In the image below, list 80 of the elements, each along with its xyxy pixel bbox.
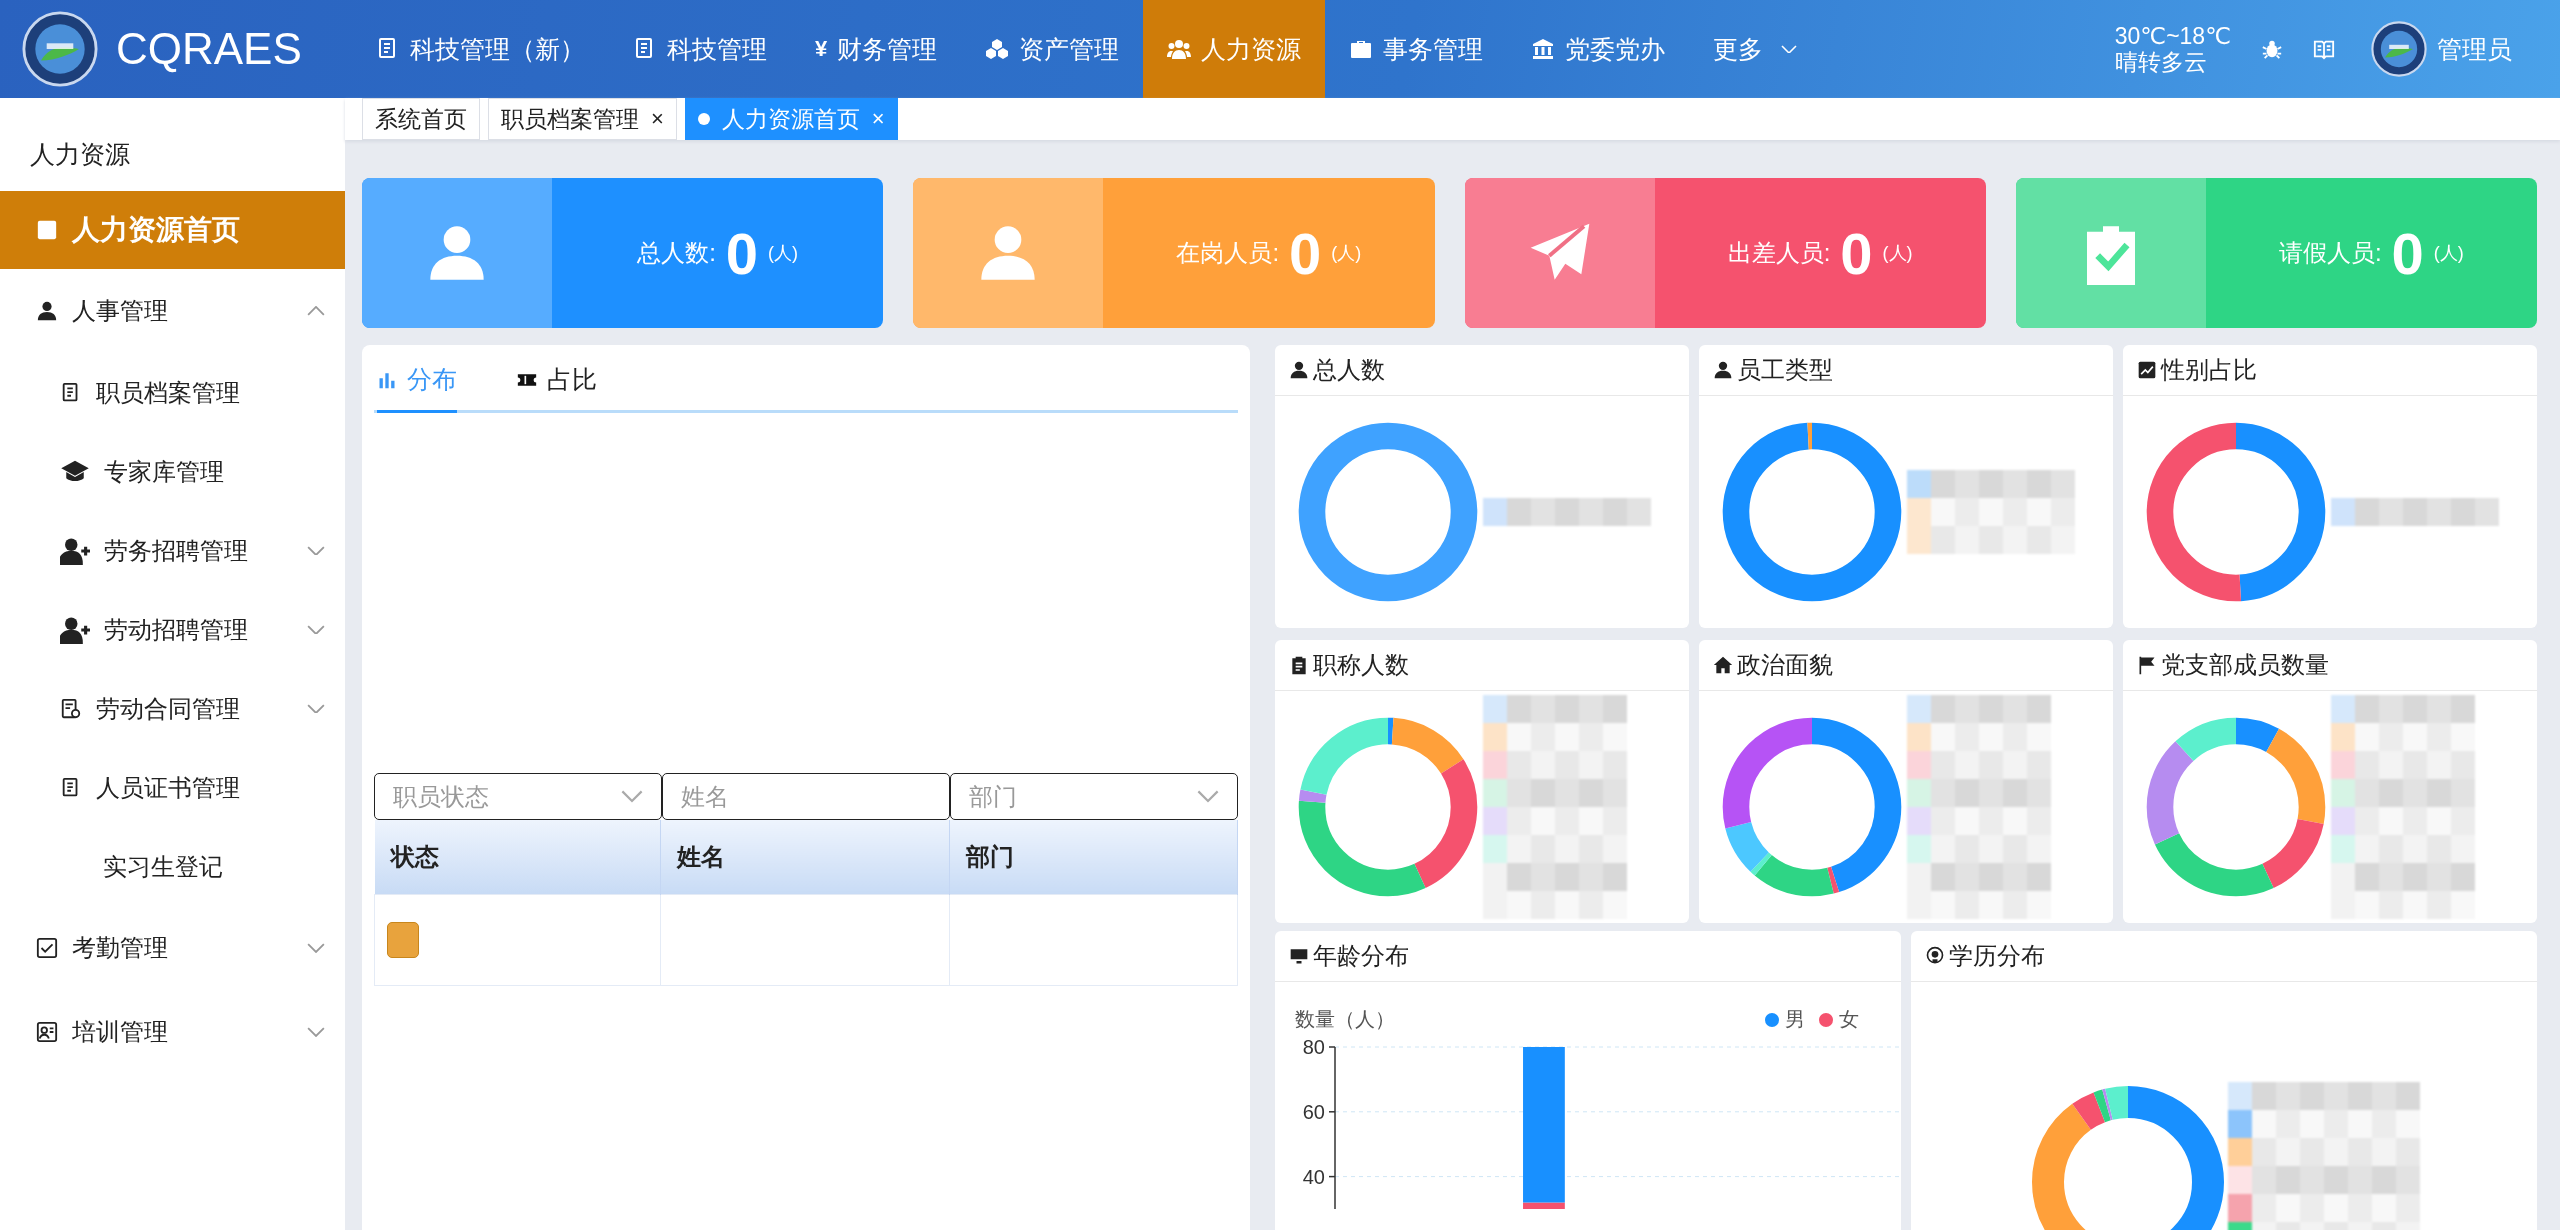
stat-unit: (人) (1331, 242, 1362, 265)
stat-unit: (人) (768, 242, 799, 265)
manual-button[interactable] (2313, 38, 2335, 60)
legend-label: 男 (1785, 1007, 1805, 1032)
weather-temperature: 30℃~18℃ (2114, 23, 2231, 49)
nav-item[interactable]: ¥ 财务管理 (791, 0, 962, 98)
caret-down-icon (1781, 44, 1798, 54)
caret-down-icon (307, 1027, 325, 1037)
app-logo-text: CQRAES (116, 24, 302, 74)
column-header: 部门 (949, 820, 1238, 895)
checkbox-icon (36, 937, 58, 959)
stat-label: 在岗人员: (1176, 238, 1280, 268)
nav-item[interactable]: 事务管理 (1325, 0, 1508, 98)
logo-emblem-icon (22, 11, 98, 87)
page-tab[interactable]: 职员档案管理 × (488, 98, 677, 140)
caret-down-icon (307, 703, 325, 714)
panel-tab[interactable]: 占比 (517, 363, 597, 413)
bank-icon (1531, 37, 1556, 61)
column-header: 状态 (374, 820, 661, 895)
bug-icon (2261, 38, 2283, 60)
more-menu[interactable]: 更多 (1689, 0, 1822, 98)
stat-value: 0 (1289, 219, 1322, 287)
user-menu[interactable]: 管理员 (2365, 20, 2518, 78)
input-field[interactable]: 姓名 (662, 773, 950, 820)
axis-tick-label: 40 (1302, 1165, 1325, 1188)
bug-report-button[interactable] (2261, 38, 2283, 60)
page-tab[interactable]: 系统首页 (362, 98, 480, 140)
nav-item[interactable]: 科技管理 (609, 0, 791, 98)
caret-down-icon (307, 943, 325, 953)
person-icon (36, 300, 58, 322)
legend-label: 女 (1839, 1007, 1859, 1032)
clipboard-icon (1289, 655, 1309, 675)
column-header: 姓名 (660, 820, 950, 895)
home-icon (1713, 655, 1733, 675)
card-title: 性别占比 (2161, 355, 2257, 385)
book-icon (2313, 38, 2335, 60)
weather-description: 晴转多云 (2114, 49, 2208, 75)
axis-tick-label: 60 (1302, 1100, 1325, 1123)
caret-down-icon (307, 624, 325, 635)
caret-down-icon (307, 545, 325, 556)
select-field[interactable]: 职员状态 (374, 773, 662, 820)
card-title: 员工类型 (1737, 355, 1833, 385)
card-title: 党支部成员数量 (2161, 650, 2329, 680)
card-title: 总人数 (1313, 355, 1385, 385)
person-icon (1713, 360, 1733, 380)
stat-label: 请假人员: (2278, 238, 2382, 268)
page-tab[interactable]: 人力资源首页 × (684, 98, 898, 140)
cubes-icon (985, 37, 1010, 61)
caret-down-icon (621, 790, 643, 803)
lightbulb-icon (1925, 946, 1945, 966)
card-title: 政治面貌 (1737, 650, 1833, 680)
people-icon (1167, 37, 1192, 61)
contract-icon (60, 697, 82, 720)
stat-unit: (人) (2433, 242, 2464, 265)
card-title: 职称人数 (1313, 650, 1409, 680)
caret-up-icon (307, 306, 325, 316)
monitor-icon (1289, 946, 1309, 966)
sidebar-title: 人力资源 (29, 139, 131, 170)
card-title: 学历分布 (1949, 941, 2045, 971)
sidebar-item[interactable]: 人力资源首页 (0, 191, 345, 269)
person-icon (1289, 360, 1309, 380)
axis-tick-label: 80 (1302, 1036, 1325, 1058)
nav-item[interactable]: 资产管理 (961, 0, 1144, 98)
select-field[interactable]: 部门 (950, 773, 1238, 820)
stat-label: 总人数: (637, 238, 716, 268)
stat-value: 0 (1840, 219, 1873, 287)
stat-unit: (人) (1882, 242, 1913, 265)
id-card-icon (36, 1021, 58, 1043)
nav-item[interactable]: 党委党办 (1507, 0, 1690, 98)
stat-value: 0 (2391, 219, 2424, 287)
stat-label: 出差人员: (1727, 238, 1831, 268)
stat-value: 0 (725, 219, 759, 287)
axis-title: 数量（人） (1295, 1007, 1395, 1032)
flag-icon (2137, 655, 2157, 675)
caret-down-icon (1197, 790, 1219, 803)
nav-item[interactable]: 人力资源 (1143, 0, 1326, 98)
panel-tab[interactable]: 分布 (377, 363, 457, 413)
logo-emblem-icon (2371, 21, 2427, 77)
nav-item[interactable]: 科技管理（新） (352, 0, 609, 98)
card-title: 年龄分布 (1313, 941, 1409, 971)
